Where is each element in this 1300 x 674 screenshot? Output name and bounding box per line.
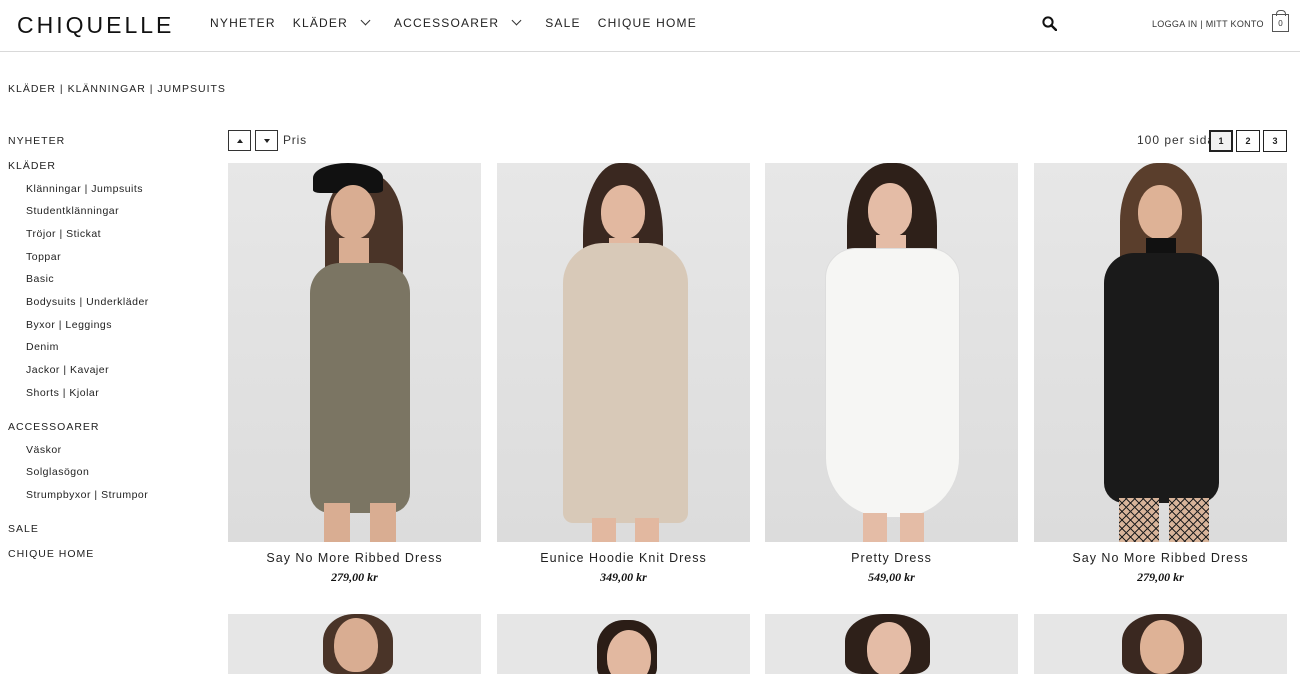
sidebar-item-klader[interactable]: KLÄDER bbox=[8, 159, 208, 182]
cart-bag-icon[interactable]: 0 bbox=[1272, 10, 1289, 32]
breadcrumb[interactable]: KLÄDER | KLÄNNINGAR | JUMPSUITS bbox=[8, 83, 226, 95]
account-links: LOGGA IN | MITT KONTO bbox=[1152, 19, 1264, 29]
product-name[interactable]: Say No More Ribbed Dress bbox=[1034, 551, 1287, 565]
product-image[interactable] bbox=[765, 163, 1018, 542]
product-name[interactable]: Say No More Ribbed Dress bbox=[228, 551, 481, 565]
search-icon[interactable] bbox=[1042, 16, 1057, 31]
nav-item-klader[interactable]: KLÄDER bbox=[292, 15, 371, 30]
sort-descending-button[interactable] bbox=[255, 130, 278, 151]
nav-label: CHIQUE HOME bbox=[597, 16, 697, 30]
sidebar-subitem[interactable]: Jackor | Kavajer bbox=[8, 363, 208, 386]
product-card: Eunice Hoodie Knit Dress 349,00 kr bbox=[497, 163, 750, 585]
nav-label: NYHETER bbox=[210, 16, 276, 30]
product-name[interactable]: Pretty Dress bbox=[765, 551, 1018, 565]
pagination: 1 2 3 bbox=[1206, 130, 1287, 152]
sidebar-item-nyheter[interactable]: NYHETER bbox=[8, 134, 208, 159]
cart-count: 0 bbox=[1278, 19, 1283, 28]
sidebar-subitem[interactable]: Klänningar | Jumpsuits bbox=[8, 182, 208, 205]
page-button-1[interactable]: 1 bbox=[1209, 130, 1233, 152]
sidebar-subitem[interactable]: Byxor | Leggings bbox=[8, 318, 208, 341]
product-image[interactable] bbox=[497, 614, 750, 674]
my-account-link[interactable]: MITT KONTO bbox=[1206, 19, 1264, 29]
caret-down-icon bbox=[264, 139, 270, 143]
product-image[interactable] bbox=[765, 614, 1018, 674]
product-price: 549,00 kr bbox=[868, 570, 915, 584]
product-card: Pretty Dress 549,00 kr bbox=[765, 163, 1018, 585]
product-image[interactable] bbox=[228, 163, 481, 542]
main-nav: NYHETER KLÄDER ACCESSOARER SALE CHIQUE H… bbox=[210, 15, 714, 30]
category-sidebar: NYHETER KLÄDER Klänningar | Jumpsuits St… bbox=[8, 134, 208, 571]
dress-shape bbox=[563, 243, 688, 523]
sidebar-subitem[interactable]: Väskor bbox=[8, 443, 208, 466]
sidebar-subitem[interactable]: Tröjor | Stickat bbox=[8, 227, 208, 250]
sort-label: Pris bbox=[283, 133, 307, 147]
nav-item-chique-home[interactable]: CHIQUE HOME bbox=[598, 16, 697, 30]
chevron-down-icon[interactable] bbox=[360, 15, 371, 25]
sidebar-item-chique-home[interactable]: CHIQUE HOME bbox=[8, 547, 208, 572]
product-card: Say No More Ribbed Dress 279,00 kr bbox=[228, 163, 481, 585]
sidebar-subitem[interactable]: Shorts | Kjolar bbox=[8, 386, 208, 420]
sidebar-item-accessoarer[interactable]: ACCESSOARER bbox=[8, 420, 208, 443]
login-link[interactable]: LOGGA IN bbox=[1152, 19, 1197, 29]
sidebar-subitem[interactable]: Denim bbox=[8, 340, 208, 363]
dress-shape bbox=[825, 248, 960, 518]
product-image[interactable] bbox=[1034, 614, 1287, 674]
sort-ascending-button[interactable] bbox=[228, 130, 251, 151]
sidebar-subitem[interactable]: Bodysuits | Underkläder bbox=[8, 295, 208, 318]
sidebar-subitem[interactable]: Solglasögon bbox=[8, 465, 208, 488]
sidebar-subitem[interactable]: Strumpbyxor | Strumpor bbox=[8, 488, 208, 522]
product-price: 349,00 kr bbox=[600, 570, 647, 584]
page-button-2[interactable]: 2 bbox=[1236, 130, 1260, 152]
site-logo[interactable]: CHIQUELLE bbox=[17, 12, 174, 39]
sidebar-item-sale[interactable]: SALE bbox=[8, 522, 208, 547]
sidebar-subitem[interactable]: Toppar bbox=[8, 250, 208, 273]
product-price: 279,00 kr bbox=[331, 570, 378, 584]
nav-item-sale[interactable]: SALE bbox=[545, 16, 581, 30]
sidebar-subitem[interactable]: Studentklänningar bbox=[8, 204, 208, 227]
product-price: 279,00 kr bbox=[1137, 570, 1184, 584]
product-image[interactable] bbox=[497, 163, 750, 542]
separator: | bbox=[1200, 19, 1203, 29]
site-header: CHIQUELLE NYHETER KLÄDER ACCESSOARER SAL… bbox=[0, 0, 1300, 52]
caret-up-icon bbox=[237, 139, 243, 143]
nav-label: ACCESSOARER bbox=[393, 16, 500, 30]
product-image[interactable] bbox=[1034, 163, 1287, 542]
dress-shape bbox=[310, 263, 410, 513]
product-image[interactable] bbox=[228, 614, 481, 674]
dress-shape bbox=[1104, 253, 1219, 503]
product-card: Say No More Ribbed Dress 279,00 kr bbox=[1034, 163, 1287, 585]
nav-item-nyheter[interactable]: NYHETER bbox=[210, 16, 276, 30]
nav-label: KLÄDER bbox=[292, 16, 348, 30]
product-name[interactable]: Eunice Hoodie Knit Dress bbox=[497, 551, 750, 565]
chevron-down-icon[interactable] bbox=[511, 15, 522, 25]
sidebar-subitem[interactable]: Basic bbox=[8, 272, 208, 295]
per-page-selector[interactable]: 100 per sida bbox=[1137, 133, 1215, 147]
nav-item-accessoarer[interactable]: ACCESSOARER bbox=[393, 15, 522, 30]
page-button-3[interactable]: 3 bbox=[1263, 130, 1287, 152]
nav-label: SALE bbox=[545, 16, 581, 30]
